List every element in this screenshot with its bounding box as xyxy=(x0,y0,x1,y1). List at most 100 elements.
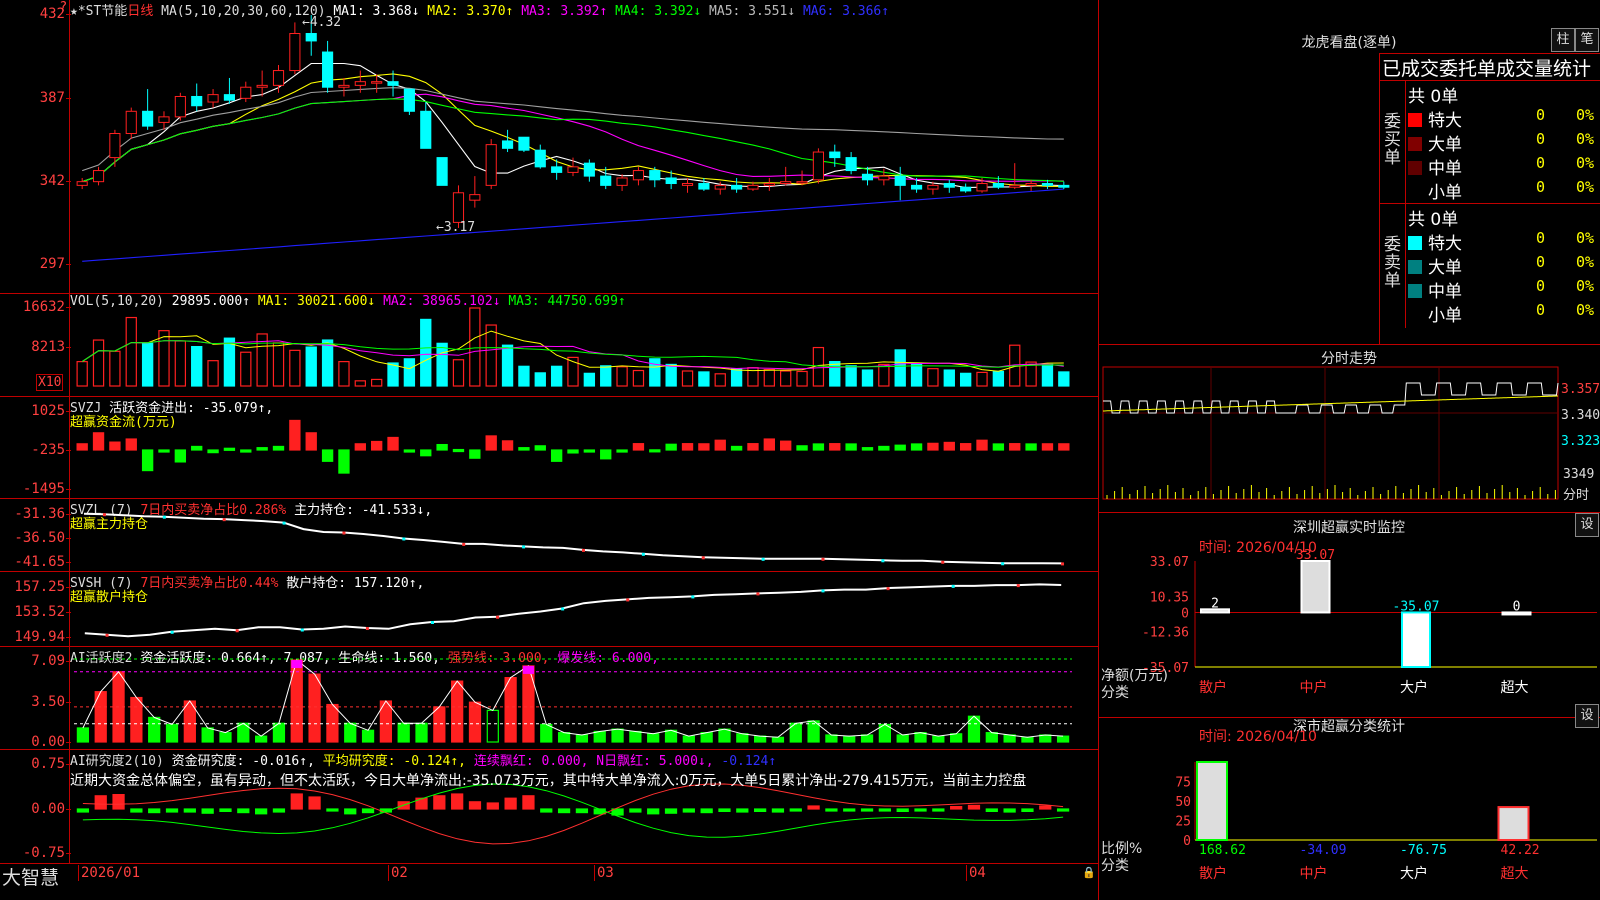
category-label: 超大 xyxy=(1501,866,1529,882)
bar xyxy=(403,449,416,453)
color-swatch xyxy=(1408,161,1422,175)
bar-mode-button[interactable]: 柱 xyxy=(1551,28,1575,52)
sz-class-chart[interactable]: 75 50 25 0 168.62 散户 -34.09 中户 -76.75 大户 42.22 超大 xyxy=(1099,718,1600,900)
data-point xyxy=(886,587,890,591)
candle xyxy=(894,175,906,186)
bar xyxy=(736,808,749,813)
candlestick-panel[interactable]: 432 387 342 297 ? ★*ST节能日线 MA(5,10,20,30… xyxy=(0,0,1098,294)
bar xyxy=(403,358,416,387)
row-name: 小单 xyxy=(1428,183,1462,203)
bar xyxy=(611,728,624,743)
data-point xyxy=(691,595,695,599)
category-bar xyxy=(1401,611,1431,669)
lhb-title: 龙虎看盘(逐单) xyxy=(1301,35,1397,51)
bar xyxy=(321,449,334,462)
svzj-panel[interactable]: 1025 -235 -1495 SVZJ 活跃资金进出: -35.079↑, 超… xyxy=(0,397,1098,499)
candle xyxy=(747,184,759,190)
volume-panel[interactable]: 16632 8213 X10 VOL(5,10,20) 29895.000↑ M… xyxy=(0,294,1098,397)
data-point xyxy=(430,620,434,624)
bar xyxy=(829,361,841,387)
candle xyxy=(649,170,661,181)
row-value: 0 xyxy=(1536,277,1546,295)
ai2-chart[interactable] xyxy=(0,750,1098,863)
intraday-chart[interactable] xyxy=(1099,345,1600,513)
bar xyxy=(894,349,906,387)
ai1-chart[interactable] xyxy=(0,647,1098,750)
bar xyxy=(985,732,998,743)
intra-tick: 3.323 xyxy=(1561,434,1600,449)
bar xyxy=(540,808,553,813)
intra-tick: 3.340 xyxy=(1561,408,1600,423)
bar xyxy=(397,722,410,743)
bar xyxy=(485,435,497,451)
candle-chart[interactable] xyxy=(0,0,1098,294)
bar xyxy=(647,808,660,815)
buy-total: 共 0单 xyxy=(1408,87,1459,107)
bar xyxy=(992,370,1005,387)
bar xyxy=(927,368,939,387)
svzj-chart[interactable] xyxy=(0,397,1098,499)
bar xyxy=(698,443,710,451)
sz-monitor-chart[interactable]: 33.0710.350-12.36-35.072散户33.07中户-35.07大… xyxy=(1099,513,1600,718)
bar xyxy=(338,361,350,387)
candle xyxy=(469,194,481,201)
intra-vol-unit: 分时 xyxy=(1563,488,1590,503)
high-label: ←4.32 xyxy=(302,15,342,30)
candle xyxy=(861,173,874,181)
lock-icon[interactable]: 🔒 xyxy=(1082,866,1096,879)
candle xyxy=(109,133,121,159)
bar xyxy=(468,701,482,743)
candle xyxy=(780,181,792,185)
volume-chart[interactable] xyxy=(0,294,1098,397)
bar xyxy=(910,362,923,387)
bar xyxy=(649,449,661,453)
row-pct: 0% xyxy=(1576,154,1595,172)
bar xyxy=(714,373,726,387)
intraday-panel[interactable]: 分时走势 3.357 3.340 3.323 3349 分时 xyxy=(1098,345,1600,513)
bar xyxy=(932,808,945,812)
bar xyxy=(141,342,154,387)
svzl-chart[interactable] xyxy=(0,499,1098,572)
bar xyxy=(486,802,499,810)
sz-monitor-panel[interactable]: 深圳超赢实时监控 设 时间: 2026/04/10 33.07 10.35 0 -12… xyxy=(1098,513,1600,718)
category-label: 散户 xyxy=(1199,865,1227,882)
bar xyxy=(130,696,143,743)
bar xyxy=(272,445,285,451)
candle xyxy=(681,183,694,186)
bar xyxy=(451,680,464,743)
value-label: -76.75 xyxy=(1400,843,1447,858)
row-name: 特大 xyxy=(1428,111,1462,131)
tick-mode-button[interactable]: 笔 xyxy=(1575,28,1599,52)
bar xyxy=(698,371,710,387)
bar xyxy=(616,366,628,387)
ai-activity-panel[interactable]: 7.09 3.50 0.00 AI活跃度2 资金活跃度: 0.664↑, 7.0… xyxy=(0,647,1098,750)
svsh-chart[interactable] xyxy=(0,572,1098,647)
svsh-panel[interactable]: 157.25 153.52 149.94 SVSH (7) 7日内买卖净占比0.… xyxy=(0,572,1098,647)
value-label: 0 xyxy=(1513,599,1521,614)
sz-class-panel[interactable]: 深市超赢分类统计 设 时间: 2026/04/10 75 50 25 0 168.62 散… xyxy=(1098,704,1600,900)
sell-row-s: 小单 0 0% xyxy=(1408,301,1600,326)
svzl-panel[interactable]: -31.36 -36.50 -41.65 SVZL (7) 7日内买卖净占比0.… xyxy=(0,499,1098,572)
y-tick: 75 xyxy=(1175,776,1191,791)
bar xyxy=(861,447,874,451)
bar xyxy=(878,445,890,451)
bar xyxy=(600,365,612,387)
date-label: 03 xyxy=(594,865,614,881)
data-point xyxy=(821,589,825,593)
bar xyxy=(647,733,660,743)
bar xyxy=(148,808,161,814)
bar xyxy=(575,734,589,743)
bar xyxy=(344,808,357,815)
color-swatch xyxy=(1408,236,1422,250)
bar xyxy=(289,419,301,451)
candle xyxy=(142,110,154,127)
date-label: 04 xyxy=(966,865,986,881)
color-swatch xyxy=(1408,260,1422,274)
ai-research-panel[interactable]: 0.75 0.00 -0.75 AI研究度2(10) 资金研究度: -0.016… xyxy=(0,750,1098,863)
row-pct: 0% xyxy=(1576,277,1595,295)
category-bar xyxy=(1196,761,1228,841)
bar xyxy=(371,378,383,387)
y-tick: -12.36 xyxy=(1142,626,1189,641)
bar xyxy=(682,808,695,813)
bar xyxy=(321,339,334,387)
